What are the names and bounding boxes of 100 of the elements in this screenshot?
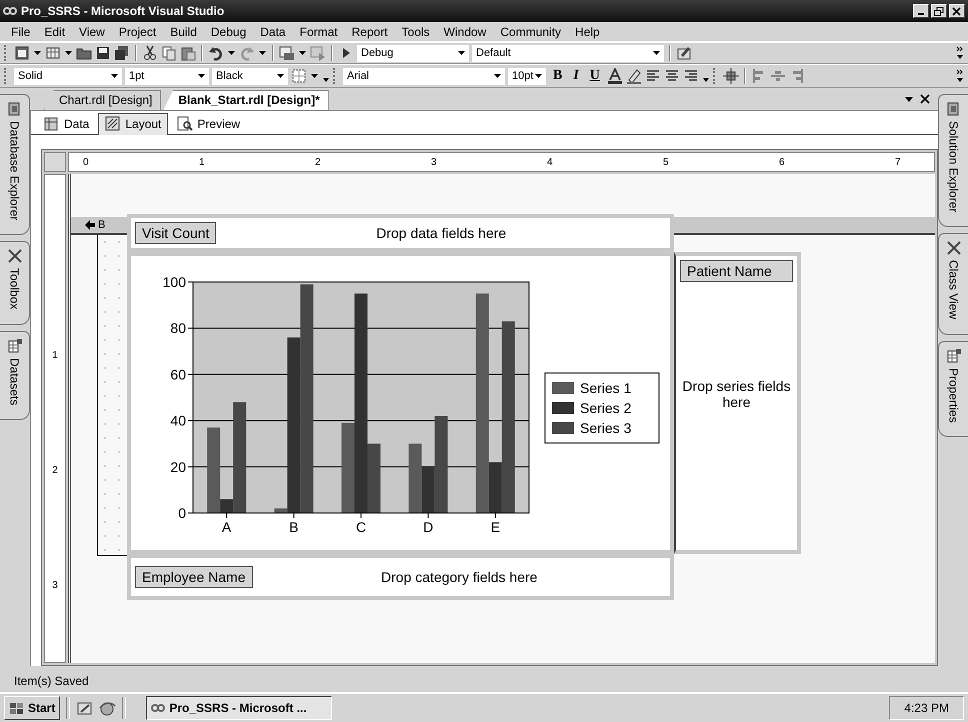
field-button[interactable]: Visit Count <box>135 222 216 244</box>
font-size-dropdown[interactable]: 10pt <box>508 68 546 84</box>
tool-window-tab[interactable]: Database Explorer <box>0 94 30 236</box>
highlighter-icon[interactable] <box>626 68 642 84</box>
axis-label: D <box>423 519 434 535</box>
ruler-number: 5 <box>663 156 670 168</box>
restore-button[interactable] <box>931 4 947 18</box>
menu-item[interactable]: Data <box>253 22 293 40</box>
menu-item[interactable]: Window <box>436 22 494 40</box>
platform-dropdown[interactable]: Default <box>472 44 664 62</box>
axis-label: 60 <box>170 366 186 382</box>
grid-icon[interactable] <box>45 45 61 61</box>
legend-label: Series 3 <box>580 420 632 436</box>
drop-hint: Drop data fields here <box>375 225 508 241</box>
axis-label: 40 <box>170 412 186 429</box>
menu-item[interactable]: Help <box>568 22 607 40</box>
align-right-icon[interactable] <box>682 68 699 84</box>
minimize-icon <box>918 13 924 15</box>
field-button[interactable]: Employee Name <box>135 566 252 588</box>
legend-label: Series 2 <box>580 400 632 416</box>
properties-icon[interactable] <box>676 45 692 61</box>
paste-icon[interactable] <box>180 45 196 61</box>
format-button[interactable]: I <box>569 68 583 84</box>
axis-label: 0 <box>178 505 186 521</box>
format-button[interactable]: U <box>586 68 604 84</box>
align-center-icon[interactable] <box>664 68 680 84</box>
ruler-number: 3 <box>52 580 58 593</box>
menu-item[interactable]: File <box>4 22 38 40</box>
tool-window-tab[interactable]: Class View <box>938 233 968 335</box>
menu-item[interactable]: View <box>72 22 112 40</box>
drop-hint: Drop series fields here <box>681 377 792 412</box>
tool-window-tab[interactable]: Properties <box>938 340 968 438</box>
save-all-icon[interactable] <box>114 45 130 61</box>
tool-window-tab[interactable]: Datasets <box>0 330 30 420</box>
minimize-button[interactable] <box>913 4 929 18</box>
ruler-number: 3 <box>431 156 438 168</box>
copy-icon[interactable] <box>161 45 177 61</box>
taskbar-button[interactable]: Pro_SSRS - Microsoft ... <box>146 696 332 720</box>
preview-icon <box>177 116 194 132</box>
menu-item[interactable]: Build <box>163 22 204 40</box>
configuration-dropdown[interactable]: Debug <box>357 44 469 62</box>
menu-item[interactable]: Report <box>344 22 395 40</box>
ruler-number: 1 <box>199 156 206 168</box>
legend-label: Series 1 <box>580 380 632 396</box>
close-icon <box>952 6 962 16</box>
section-label: B <box>98 219 106 231</box>
line-width-dropdown[interactable]: 1pt <box>125 68 209 84</box>
center-icon[interactable] <box>722 68 739 84</box>
globe-icon[interactable] <box>99 700 116 716</box>
ruler-number: 6 <box>779 156 786 168</box>
overflow-icon[interactable] <box>955 68 964 84</box>
menu-item[interactable]: Format <box>292 22 345 40</box>
field-button[interactable]: Patient Name <box>680 260 793 282</box>
close-icon[interactable] <box>920 94 930 104</box>
cut-icon[interactable] <box>142 45 158 61</box>
tool-window-tab[interactable]: Toolbox <box>0 241 30 325</box>
axis-label: E <box>490 519 500 535</box>
line-style-dropdown[interactable]: Solid <box>14 68 122 84</box>
font-color-icon[interactable] <box>606 68 623 84</box>
line-color-dropdown[interactable]: Black <box>212 68 288 84</box>
ruler-number: 4 <box>547 156 554 168</box>
ruler-number: 0 <box>83 156 90 168</box>
clock: 4:23 PM <box>889 696 964 720</box>
axis-label: C <box>356 519 366 535</box>
desktop-icon[interactable] <box>76 700 94 716</box>
overflow-icon[interactable] <box>955 45 964 61</box>
align-icon[interactable] <box>770 68 786 84</box>
menu-item[interactable]: Debug <box>204 22 254 40</box>
menu-item[interactable]: Community <box>493 22 568 40</box>
undo-icon[interactable] <box>208 45 224 61</box>
restore-icon <box>934 6 944 16</box>
app-icon <box>151 702 166 714</box>
view-tab[interactable]: Data <box>37 113 96 134</box>
close-button[interactable] <box>949 4 965 18</box>
view-tab[interactable]: Layout <box>98 113 168 135</box>
document-tab[interactable]: Blank_Start.rdl [Design]* <box>163 90 329 110</box>
tool-window-tab[interactable]: Solution Explorer <box>938 94 968 228</box>
menu-item[interactable]: Edit <box>37 22 72 40</box>
axis-label: B <box>289 519 298 535</box>
window-title: Pro_SSRS - Microsoft Visual Studio <box>21 4 226 18</box>
ruler-number: 2 <box>315 156 322 168</box>
border-icon[interactable] <box>291 68 307 84</box>
document-tab[interactable]: Chart.rdl [Design] <box>44 90 162 110</box>
ruler-number: 2 <box>52 465 58 478</box>
ruler-number: 7 <box>895 156 902 168</box>
drop-hint: Drop category fields here <box>380 569 538 585</box>
ruler-corner <box>44 152 66 172</box>
axis-label: 80 <box>170 320 186 336</box>
align-left-icon[interactable] <box>644 68 661 84</box>
view-tab[interactable]: Preview <box>170 113 248 134</box>
axis-label: 100 <box>162 274 186 290</box>
save-icon[interactable] <box>95 45 111 61</box>
menu-item[interactable]: Tools <box>394 22 437 40</box>
start-button[interactable]: Start <box>4 696 60 720</box>
format-button[interactable]: B <box>549 68 566 84</box>
table-icon <box>44 116 60 132</box>
font-dropdown[interactable]: Arial <box>343 68 505 84</box>
ruler-number: 1 <box>52 350 58 363</box>
menu-item[interactable]: Project <box>112 22 164 40</box>
app-icon <box>3 5 17 17</box>
